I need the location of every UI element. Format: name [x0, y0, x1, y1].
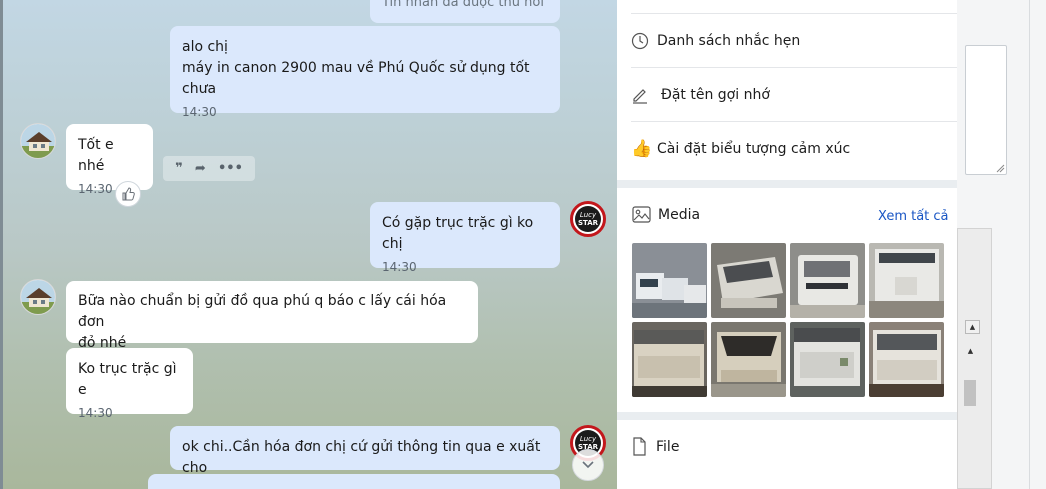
file-section-title[interactable]: File — [632, 437, 679, 456]
menu-item-reminders[interactable] — [631, 0, 957, 14]
message-bubble-outgoing[interactable] — [148, 474, 560, 489]
file-icon — [632, 437, 656, 456]
menu-item-label: Đặt tên gợi nhớ — [661, 86, 770, 103]
media-thumbnail[interactable] — [790, 322, 865, 397]
message-bubble-outgoing[interactable]: alo chị máy in canon 2900 mau về Phú Quố… — [170, 26, 560, 119]
media-label: Media — [658, 206, 701, 223]
media-section-title: Media — [632, 206, 700, 223]
chevron-down-icon — [582, 461, 594, 469]
contact-avatar[interactable] — [20, 279, 56, 315]
chat-conversation-area: Tin nhắn đã được thu hồi alo chị máy in … — [0, 0, 617, 489]
message-bubble-incoming[interactable]: Ko trục trặc gì e 14:30 — [66, 348, 193, 420]
contact-avatar[interactable] — [20, 123, 56, 159]
quote-icon[interactable]: ❞ — [175, 161, 183, 176]
scroll-to-bottom-button[interactable] — [572, 449, 604, 481]
brand-logo-top: Lucy — [579, 211, 597, 219]
pencil-icon — [631, 86, 661, 104]
media-thumbnail[interactable] — [632, 322, 707, 397]
message-bubble-outgoing[interactable]: Có gặp trục trặc gì ko chị 14:30 — [370, 202, 560, 274]
message-action-bar: ❞ ➦ ••• — [163, 156, 255, 181]
media-grid — [632, 243, 944, 397]
brand-logo: Lucy STAR — [575, 206, 601, 232]
thumbs-up-emoji-icon: 👍 — [631, 139, 653, 159]
message-text: alo chị — [182, 39, 228, 55]
see-all-media-link[interactable]: Xem tất cả — [878, 209, 949, 224]
section-divider — [617, 180, 957, 188]
message-time: 14:30 — [382, 260, 417, 274]
message-bubble-incoming[interactable]: Bữa nào chuẩn bị gửi đồ qua phú q báo c … — [66, 281, 478, 351]
section-divider — [617, 412, 957, 420]
menu-item-quick-reaction[interactable]: 👍 Cài đặt biểu tượng cảm xúc — [631, 122, 957, 176]
more-icon[interactable]: ••• — [218, 161, 243, 176]
file-label: File — [656, 438, 680, 455]
media-thumbnail[interactable] — [869, 243, 944, 318]
window-border — [1029, 0, 1030, 489]
message-text: ok chi..Cần hóa đơn chị cứ gửi thông tin… — [182, 439, 541, 476]
scroll-up-button[interactable]: ▲ — [965, 320, 980, 334]
image-icon — [632, 206, 658, 223]
message-time: 14:30 — [78, 406, 113, 420]
media-thumbnail[interactable] — [711, 322, 786, 397]
react-like-button[interactable] — [115, 181, 141, 207]
message-text: Tốt e nhé — [78, 137, 114, 174]
clock-icon — [631, 32, 657, 50]
message-text: Ko trục trặc gì e — [78, 361, 177, 398]
media-thumbnail[interactable] — [790, 243, 865, 318]
message-bubble-incoming[interactable]: Tốt e nhé 14:30 — [66, 124, 153, 196]
media-thumbnail[interactable] — [711, 243, 786, 318]
house-avatar-image — [21, 280, 55, 314]
media-thumbnail[interactable] — [869, 322, 944, 397]
menu-item-label: Cài đặt biểu tượng cảm xúc — [657, 141, 851, 157]
my-avatar[interactable]: Lucy STAR — [570, 201, 606, 237]
menu-item-reminders[interactable]: Danh sách nhắc hẹn — [631, 14, 957, 68]
media-thumbnail[interactable] — [632, 243, 707, 318]
message-text: Bữa nào chuẩn bị gửi đồ qua phú q báo c … — [78, 293, 447, 330]
message-text: Có gặp trục trặc gì ko chị — [382, 215, 534, 252]
message-bubble-recalled[interactable]: Tin nhắn đã được thu hồi — [370, 0, 560, 23]
message-time: 14:30 — [182, 105, 217, 119]
menu-item-label: Danh sách nhắc hẹn — [657, 32, 801, 49]
scroll-up-button[interactable]: ▲ — [963, 344, 978, 358]
brand-logo-bottom: STAR — [577, 219, 599, 227]
share-icon[interactable]: ➦ — [195, 161, 206, 176]
background-textarea[interactable] — [965, 45, 1007, 175]
message-text: máy in canon 2900 mau về Phú Quốc sử dụn… — [182, 60, 530, 97]
brand-logo-top: Lucy — [579, 435, 597, 443]
message-bubble-outgoing[interactable]: ok chi..Cần hóa đơn chị cứ gửi thông tin… — [170, 426, 560, 476]
conversation-info-panel: Danh sách nhắc hẹn Đặt tên gợi nhớ 👍 Cài… — [617, 0, 957, 489]
background-list-panel — [957, 228, 992, 489]
thumbs-up-icon — [122, 187, 135, 201]
resize-handle-icon[interactable] — [995, 163, 1005, 173]
message-text: Tin nhắn đã được thu hồi — [382, 0, 544, 10]
menu-item-nickname[interactable]: Đặt tên gợi nhớ — [631, 68, 957, 122]
scrollbar-thumb[interactable] — [964, 380, 976, 406]
house-avatar-image — [21, 124, 55, 158]
